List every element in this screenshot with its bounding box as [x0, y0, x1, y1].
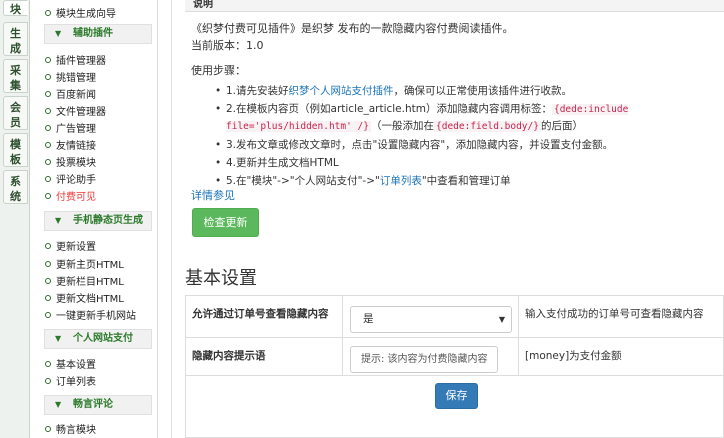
select-value: 是: [363, 313, 374, 325]
payment-plugin-link[interactable]: 织梦个人网站支付插件: [289, 85, 394, 97]
steps-label: 使用步骤：: [191, 64, 246, 77]
vtab-system[interactable]: 系统: [3, 170, 28, 204]
intro-description: 《织梦付费可见插件》是织梦 发布的一款隐藏内容付费阅读插件。: [191, 22, 514, 35]
details-link[interactable]: 详情参见: [191, 187, 235, 203]
hidden-tip-input[interactable]: 提示: 该内容为付费隐藏内容: [350, 346, 498, 373]
chevron-down-icon: ▼: [55, 334, 62, 343]
intro-version: 当前版本：1.0: [191, 39, 264, 52]
sidebar-item[interactable]: 百度新闻: [45, 86, 96, 101]
step-text: 3.发布文章或修改文章时，点击"设置隐藏内容"，添加隐藏内容，并设置支付金额。: [226, 139, 614, 151]
sidebar-item[interactable]: 更新文档HTML: [45, 290, 124, 305]
vtab-label: 块: [10, 3, 21, 16]
sidebar-item[interactable]: 广告管理: [45, 120, 96, 135]
settings-table: 允许通过订单号查看隐藏内容 是 ▼ 输入支付成功的订单号可查看隐藏内容 隐藏内容…: [185, 295, 724, 438]
sidebar-item[interactable]: 畅言模块: [45, 421, 96, 436]
sidebar-section-plugins[interactable]: ▼ 辅助插件: [44, 24, 152, 44]
section-title: 基本设置: [185, 268, 257, 289]
sidebar-item[interactable]: 更新栏目HTML: [45, 273, 124, 288]
check-update-button[interactable]: 检查更新: [192, 208, 259, 237]
sidebar-item[interactable]: 插件管理器: [45, 52, 106, 67]
sidebar-item[interactable]: 基本设置: [45, 356, 96, 371]
step-text: 5.在"模块"->"个人网站支付"->": [226, 175, 380, 187]
sidebar-item[interactable]: 挑错管理: [45, 69, 96, 84]
step-text: "中查看和管理订单: [421, 175, 511, 187]
step-text: 4.更新并生成文档HTML: [226, 157, 339, 169]
chevron-down-icon: ▼: [55, 400, 62, 409]
sidebar-item[interactable]: 一键更新手机网站: [45, 307, 136, 322]
sidebar-item[interactable]: 订单列表: [45, 373, 96, 388]
table-row: 隐藏内容提示语 提示: 该内容为付费隐藏内容 [money]为支付金额: [186, 338, 724, 376]
step-item: 3.发布文章或修改文章时，点击"设置隐藏内容"，添加隐藏内容，并设置支付金额。: [215, 137, 716, 153]
steps-list: 1.请先安装好织梦个人网站支付插件，确保可以正常使用该插件进行收款。 2.在模板…: [215, 83, 716, 191]
sidebar-item-module-wizard[interactable]: 模块生成向导: [45, 5, 116, 20]
setting-label: 允许通过订单号查看隐藏内容: [192, 308, 329, 320]
vtab-label: 生成: [10, 27, 21, 55]
step-text: 2.在模板内容页（例如article_article.htm）添加隐藏内容调用标…: [226, 103, 552, 115]
chevron-down-icon: ▼: [55, 216, 62, 225]
step-text: 的后面）: [540, 120, 583, 132]
setting-label: 隐藏内容提示语: [192, 350, 266, 362]
order-list-link[interactable]: 订单列表: [380, 175, 422, 187]
vtab-module[interactable]: 块: [3, 0, 28, 16]
vtab-template[interactable]: 模板: [3, 133, 28, 167]
setting-help: 输入支付成功的订单号可查看隐藏内容: [525, 308, 704, 320]
step-item: 5.在"模块"->"个人网站支付"->"订单列表"中查看和管理订单: [215, 173, 716, 189]
table-row: 允许通过订单号查看隐藏内容 是 ▼ 输入支付成功的订单号可查看隐藏内容: [186, 296, 724, 338]
sidebar-item[interactable]: 投票模块: [45, 154, 96, 169]
sidebar: 模块生成向导 ▼ 辅助插件 插件管理器 挑错管理 百度新闻 文件管理器 广告管理 …: [38, 0, 158, 438]
chevron-down-icon: ▼: [55, 29, 62, 38]
sidebar-section-title: 个人网站支付: [73, 333, 133, 344]
vtab-label: 会员: [10, 101, 21, 129]
dropdown-arrow-icon: ▼: [498, 315, 505, 324]
sidebar-item[interactable]: 评论助手: [45, 171, 96, 186]
step-item: 1.请先安装好织梦个人网站支付插件，确保可以正常使用该插件进行收款。: [215, 83, 716, 99]
sidebar-item-paid-visible-active[interactable]: 付费可见: [45, 188, 96, 203]
vertical-tab-bar: 块 生成 采集 会员 模板 系统: [0, 0, 30, 438]
step-text: （一般添加在: [371, 120, 434, 132]
main-divider: [171, 0, 172, 438]
step-item: 4.更新并生成文档HTML: [215, 155, 716, 171]
panel-header: 说明: [185, 0, 724, 12]
vtab-generate[interactable]: 生成: [3, 22, 28, 56]
vtab-label: 模板: [10, 138, 21, 166]
vtab-label: 系统: [10, 175, 21, 203]
panel-title: 说明: [193, 0, 213, 10]
sidebar-section-title: 畅言评论: [73, 399, 113, 410]
sidebar-section-mobile-static[interactable]: ▼ 手机静态页生成: [44, 211, 152, 231]
vtab-collect[interactable]: 采集: [3, 59, 28, 93]
order-view-select[interactable]: 是 ▼: [350, 306, 512, 333]
intro-block: 《织梦付费可见插件》是织梦 发布的一款隐藏内容付费阅读插件。 当前版本：1.0 …: [191, 20, 711, 79]
sidebar-item[interactable]: 友情链接: [45, 137, 96, 152]
step-text: 1.请先安装好: [226, 85, 289, 97]
sidebar-item[interactable]: 文件管理器: [45, 103, 106, 118]
sidebar-item[interactable]: 更新主页HTML: [45, 256, 124, 271]
save-button[interactable]: 保存: [435, 383, 478, 409]
step-text: ，确保可以正常使用该插件进行收款。: [393, 85, 573, 97]
setting-help: [money]为支付金额: [525, 350, 622, 362]
sidebar-item[interactable]: 更新设置: [45, 238, 96, 253]
sidebar-section-payment[interactable]: ▼ 个人网站支付: [44, 329, 152, 349]
vtab-member[interactable]: 会员: [3, 96, 28, 130]
sidebar-section-title: 手机静态页生成: [73, 215, 143, 226]
body-tag-code: {dede:field.body/}: [434, 121, 541, 132]
sidebar-section-title: 辅助插件: [73, 28, 113, 39]
sidebar-section-changyan[interactable]: ▼ 畅言评论: [44, 395, 152, 415]
step-item: 2.在模板内容页（例如article_article.htm）添加隐藏内容调用标…: [215, 101, 716, 135]
vtab-label: 采集: [10, 64, 21, 92]
